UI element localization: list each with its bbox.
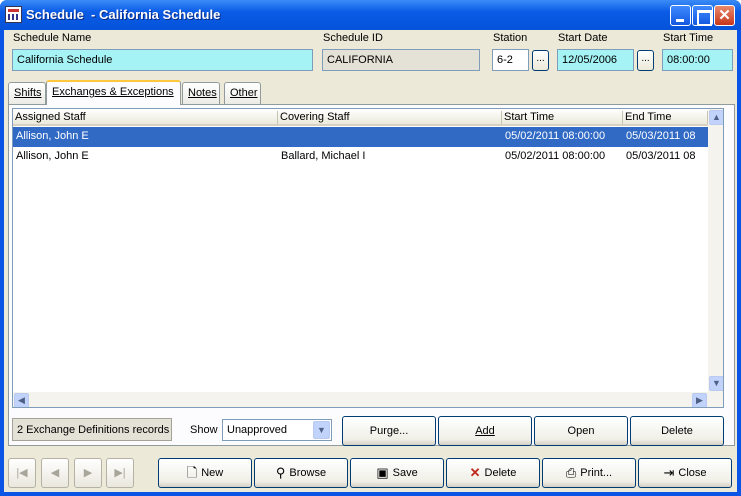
record-count: 2 Exchange Definitions records — [12, 418, 172, 441]
start-date-picker-button[interactable]: ... — [637, 50, 654, 71]
exchanges-grid[interactable]: Assigned Staff Covering Staff Start Time… — [12, 108, 724, 408]
start-time-cell: 05/02/2011 08:00:00 — [505, 130, 606, 142]
close-window-button[interactable]: ✕ — [714, 5, 735, 26]
add-button[interactable]: Add — [438, 416, 532, 446]
printer-icon: ⎙ — [565, 465, 577, 481]
schedule-window: Schedule - California Schedule ✕ Schedul… — [0, 0, 741, 496]
save-button-label: Save — [392, 467, 418, 479]
show-label: Show — [190, 424, 218, 436]
horizontal-scrollbar[interactable]: ◀ ▶ — [13, 392, 708, 407]
exit-door-icon: ⇥ — [663, 465, 675, 481]
column-assigned-staff[interactable]: Assigned Staff — [13, 111, 278, 124]
app-schedule-icon — [5, 6, 22, 23]
print-button[interactable]: ⎙ Print... — [542, 458, 636, 488]
column-covering-staff[interactable]: Covering Staff — [278, 111, 502, 124]
chevron-down-icon[interactable]: ▼ — [313, 421, 330, 439]
close-icon: ✕ — [718, 7, 731, 24]
scroll-up-icon[interactable]: ▲ — [709, 110, 723, 125]
schedule-name-label: Schedule Name — [13, 32, 92, 44]
start-time-cell: 05/02/2011 08:00:00 — [505, 150, 606, 162]
column-start-time[interactable]: Start Time — [502, 111, 623, 124]
station-label: Station — [493, 32, 528, 44]
table-row[interactable]: Allison, John E 05/02/2011 08:00:00 05/0… — [13, 127, 708, 147]
close-button[interactable]: ⇥ Close — [638, 458, 732, 488]
start-time-field[interactable]: 08:00:00 — [662, 49, 733, 71]
show-filter-select[interactable]: Unapproved ▼ — [222, 419, 332, 441]
start-time-label: Start Time — [663, 32, 714, 44]
maximize-button[interactable] — [692, 5, 713, 26]
add-button-label: Add — [475, 425, 495, 437]
tab-shifts[interactable]: Shifts — [8, 82, 46, 104]
covering-staff-cell: Ballard, Michael I — [281, 150, 366, 162]
tab-notes[interactable]: Notes — [182, 82, 220, 104]
last-record-icon[interactable]: ▶| — [106, 458, 134, 488]
assigned-staff-cell: Allison, John E — [16, 130, 89, 142]
close-button-label: Close — [678, 467, 707, 479]
table-row[interactable]: Allison, John E Ballard, Michael I 05/02… — [13, 147, 708, 167]
title-bar[interactable]: Schedule - California Schedule ✕ — [0, 0, 741, 30]
open-button[interactable]: Open — [534, 416, 628, 446]
delete-exchange-label: Delete — [661, 425, 693, 437]
window-title: Schedule - California Schedule — [26, 7, 221, 22]
save-button[interactable]: ▣ Save — [350, 458, 444, 488]
scroll-right-icon[interactable]: ▶ — [692, 393, 707, 407]
vertical-scrollbar[interactable]: ▲ ▼ — [708, 109, 723, 407]
schedule-id-field[interactable]: CALIFORNIA — [322, 49, 480, 71]
show-filter-value: Unapproved — [227, 424, 287, 436]
browse-button-label: Browse — [289, 467, 327, 479]
delete-button[interactable]: ✕ Delete — [446, 458, 540, 488]
scroll-down-icon[interactable]: ▼ — [709, 376, 723, 391]
first-record-icon[interactable]: |◀ — [8, 458, 36, 488]
station-lookup-button[interactable]: ... — [532, 50, 549, 71]
print-button-label: Print... — [580, 467, 613, 479]
browse-button[interactable]: ⚲ Browse — [254, 458, 348, 488]
schedule-name-field[interactable]: California Schedule — [12, 49, 313, 71]
end-time-cell: 05/03/2011 08 — [626, 130, 696, 142]
open-button-label: Open — [567, 425, 595, 437]
tab-other[interactable]: Other — [224, 82, 261, 104]
station-field[interactable]: 6-2 — [492, 49, 529, 71]
assigned-staff-cell: Allison, John E — [16, 150, 89, 162]
binoculars-icon: ⚲ — [275, 465, 286, 481]
column-end-time[interactable]: End Time — [623, 111, 708, 124]
delete-x-icon: ✕ — [469, 465, 481, 481]
scroll-left-icon[interactable]: ◀ — [14, 393, 29, 407]
delete-button-label: Delete — [484, 467, 517, 479]
start-date-field[interactable]: 12/05/2006 — [557, 49, 634, 71]
new-document-icon: 🗋 — [186, 465, 198, 481]
delete-exchange-button[interactable]: Delete — [630, 416, 724, 446]
purge-button[interactable]: Purge... — [342, 416, 436, 446]
new-button[interactable]: 🗋 New — [158, 458, 252, 488]
start-date-label: Start Date — [558, 32, 608, 44]
floppy-disk-icon: ▣ — [376, 465, 389, 481]
schedule-id-label: Schedule ID — [323, 32, 383, 44]
previous-record-icon[interactable]: ◀ — [41, 458, 69, 488]
grid-header: Assigned Staff Covering Staff Start Time… — [13, 109, 723, 126]
window-client: Schedule Name California Schedule Schedu… — [4, 30, 737, 492]
tab-exchanges-exceptions[interactable]: Exchanges & Exceptions — [46, 80, 181, 105]
next-record-icon[interactable]: ▶ — [74, 458, 102, 488]
end-time-cell: 05/03/2011 08 — [626, 150, 696, 162]
minimize-button[interactable] — [670, 5, 691, 26]
new-button-label: New — [201, 467, 224, 479]
